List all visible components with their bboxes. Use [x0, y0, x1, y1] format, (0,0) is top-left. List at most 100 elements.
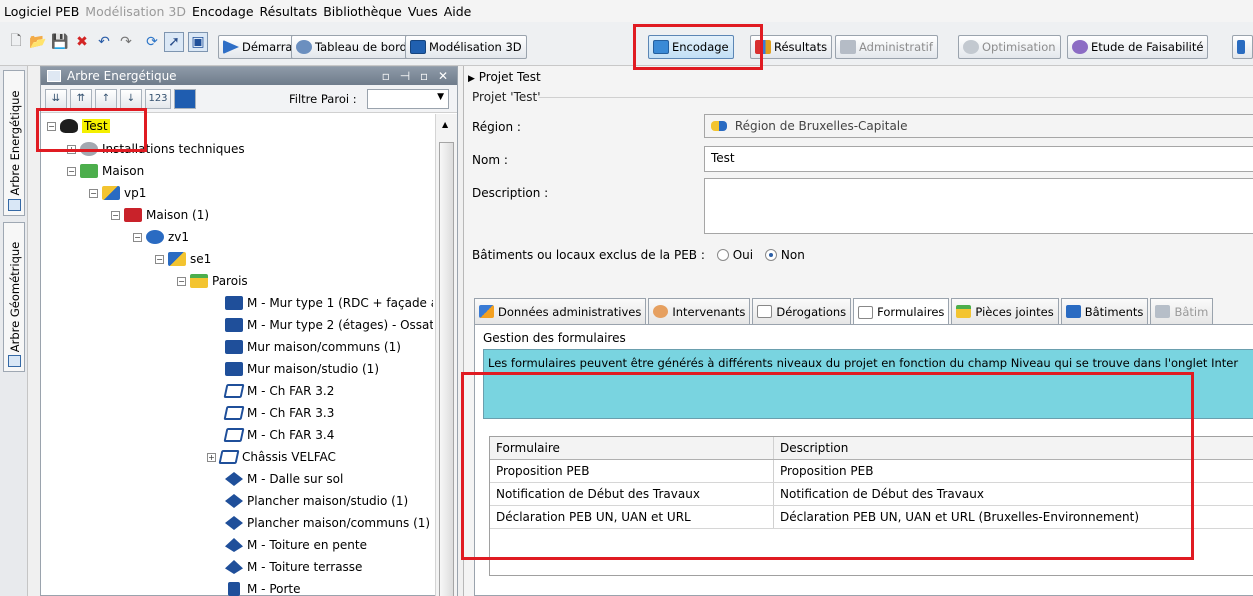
gear-icon [1072, 40, 1088, 54]
redo-icon[interactable]: ↷ [116, 32, 136, 52]
chevron-down-icon: ▼ [437, 92, 444, 102]
menu-modelisation-3d[interactable]: Modélisation 3D [85, 4, 186, 19]
tree-node-floor[interactable]: M - Dalle sur sol [225, 469, 343, 489]
new-file-icon[interactable]: 🗋 [6, 32, 26, 52]
delete-icon[interactable]: ✖ [72, 32, 92, 52]
scroll-up-icon[interactable]: ▲ [442, 120, 448, 129]
administratif-button[interactable]: Administratif [835, 35, 938, 59]
window-icon [223, 384, 245, 398]
optimize-icon [963, 40, 979, 54]
tab-batiments[interactable]: Bâtiments [1060, 298, 1149, 324]
scrollbar-thumb[interactable] [439, 142, 454, 596]
collapse-all-icon[interactable]: ⇈ [70, 88, 92, 109]
tree-node-chassis[interactable]: + Châssis VELFAC [207, 447, 336, 467]
tree-node-installations[interactable]: + Installations techniques [67, 139, 245, 159]
form-icon [858, 305, 874, 319]
tab-pieces-jointes[interactable]: Pièces jointes [951, 298, 1059, 324]
name-field[interactable]: Test [704, 146, 1253, 172]
tab-formulaires[interactable]: Formulaires [853, 298, 950, 325]
tree-node-maison[interactable]: − Maison [67, 161, 144, 181]
menu-aide[interactable]: Aide [444, 4, 472, 19]
table-row[interactable]: Proposition PEB Proposition PEB [490, 460, 1253, 483]
etude-de-faisabilite-button[interactable]: Etude de Faisabilité [1067, 35, 1209, 59]
pointer-tool-icon[interactable]: ➚ [164, 32, 184, 52]
tree-node-window[interactable]: M - Ch FAR 3.2 [223, 381, 334, 401]
column-header-formulaire[interactable]: Formulaire [490, 437, 774, 459]
collapse-toggle-icon[interactable]: − [177, 276, 186, 286]
tree-node-maison-1[interactable]: − Maison (1) [111, 205, 209, 225]
menu-logiciel-peb[interactable]: Logiciel PEB [4, 4, 79, 19]
expand-all-icon[interactable]: ⇊ [45, 88, 67, 109]
tree-node-zv1[interactable]: − zv1 [133, 227, 189, 247]
tab-donnees-administratives[interactable]: Données administratives [474, 298, 647, 324]
tree-node-floor[interactable]: Plancher maison/communs (1) [225, 513, 430, 533]
open-folder-icon[interactable]: 📂 [28, 32, 48, 52]
tree-node-wall[interactable]: M - Mur type 2 (étages) - Ossat [225, 315, 433, 335]
tree-node-wall[interactable]: M - Mur type 1 (RDC + façade a [225, 293, 433, 313]
numbering-icon[interactable]: 123 [145, 88, 171, 109]
admin-data-icon [479, 305, 494, 318]
tab-arbre-geometrique[interactable]: Arbre Géométrique [3, 222, 25, 372]
toolbar-overflow-button[interactable] [1232, 35, 1253, 59]
radio-oui[interactable] [716, 249, 729, 261]
modelisation-3d-button[interactable]: Modélisation 3D [405, 35, 527, 59]
collapse-toggle-icon[interactable]: − [133, 232, 142, 242]
menu-encodage[interactable]: Encodage [192, 4, 254, 19]
tableau-de-bord-button[interactable]: Tableau de bord [291, 35, 412, 59]
tab-batiments-disabled[interactable]: Bâtim [1150, 298, 1214, 324]
tree-scrollbar[interactable]: ▲ [435, 114, 457, 596]
move-down-icon[interactable]: ↓ [120, 88, 142, 109]
tree-node-wall[interactable]: Mur maison/communs (1) [225, 337, 401, 357]
move-up-icon[interactable]: ↑ [95, 88, 117, 109]
tab-derogations[interactable]: Dérogations [752, 298, 852, 324]
menu-vues[interactable]: Vues [408, 4, 438, 19]
cube-view-icon[interactable] [174, 88, 196, 109]
tree-node-roof[interactable]: M - Toiture terrasse [225, 557, 362, 577]
tree-node-vp1[interactable]: − vp1 [89, 183, 146, 203]
save-icon[interactable]: 💾 [50, 32, 70, 52]
expand-toggle-icon[interactable]: + [207, 452, 216, 462]
refresh-icon[interactable]: ⟳ [142, 32, 162, 52]
floor-icon [225, 516, 243, 530]
tree-node-wall[interactable]: Mur maison/studio (1) [225, 359, 379, 379]
resultats-button[interactable]: Résultats [750, 35, 833, 59]
tree-node-roof[interactable]: M - Toiture en pente [225, 535, 367, 555]
radio-non[interactable] [764, 249, 777, 261]
expand-toggle-icon[interactable]: + [67, 144, 76, 154]
tab-arbre-energetique[interactable]: Arbre Energétique [3, 70, 25, 216]
tree-node-door[interactable]: M - Porte [225, 579, 300, 596]
tree-node-window[interactable]: M - Ch FAR 3.4 [223, 425, 334, 445]
column-header-description[interactable]: Description [774, 437, 1253, 459]
tree-node-parois[interactable]: − Parois [177, 271, 248, 291]
people-icon [653, 305, 669, 318]
forms-info-box: Les formulaires peuvent être générés à d… [483, 349, 1253, 419]
tab-intervenants[interactable]: Intervenants [648, 298, 751, 324]
window-icon[interactable]: ▣ [188, 32, 208, 52]
menu-bibliotheque[interactable]: Bibliothèque [323, 4, 402, 19]
table-row[interactable]: Déclaration PEB UN, UAN et URL Déclarati… [490, 506, 1253, 529]
tree-node-test[interactable]: − Test [47, 116, 110, 136]
optimisation-button[interactable]: Optimisation [958, 35, 1061, 59]
collapse-toggle-icon[interactable]: − [89, 188, 98, 198]
collapse-toggle-icon[interactable]: − [47, 121, 56, 131]
collapse-toggle-icon[interactable]: − [67, 166, 76, 176]
panel-icon [47, 70, 61, 82]
tree-toolbar: ⇊ ⇈ ↑ ↓ 123 Filtre Paroi : ▼ [41, 85, 457, 113]
undo-icon[interactable]: ↶ [94, 32, 114, 52]
window-icon [223, 428, 245, 442]
encodage-button[interactable]: Encodage [648, 35, 734, 59]
divider [539, 97, 1253, 98]
filter-paroi-select[interactable]: ▼ [367, 89, 449, 109]
menu-resultats[interactable]: Résultats [260, 4, 318, 19]
collapse-toggle-icon[interactable]: − [155, 254, 164, 264]
region-icon [711, 121, 727, 131]
gauge-icon [296, 40, 312, 54]
tree-node-window[interactable]: M - Ch FAR 3.3 [223, 403, 334, 423]
tree-node-se1[interactable]: − se1 [155, 249, 211, 269]
collapse-toggle-icon[interactable]: − [111, 210, 120, 220]
tree-node-floor[interactable]: Plancher maison/studio (1) [225, 491, 408, 511]
table-row[interactable]: Notification de Début des Travaux Notifi… [490, 483, 1253, 506]
description-field[interactable] [704, 178, 1253, 234]
panel-controls[interactable]: ▫ ⊣ ▫ ✕ [382, 69, 451, 83]
forms-table: Formulaire Description Proposition PEB P… [489, 436, 1253, 576]
